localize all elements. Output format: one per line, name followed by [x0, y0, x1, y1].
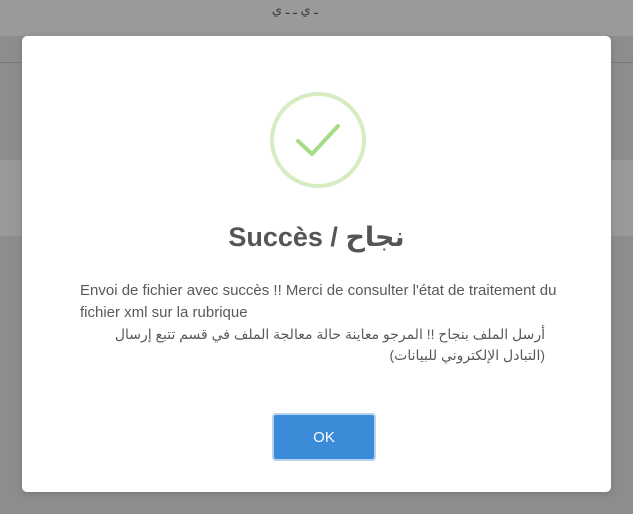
message-arabic: أرسل الملف بنجاح !! المرجو معاينة حالة م…: [114, 326, 545, 363]
checkmark-icon: [296, 124, 340, 156]
dialog-message: Envoi de fichier avec succès !! Merci de…: [80, 280, 570, 366]
background-title: ـ ي ـ ـ ي: [271, 2, 319, 17]
success-dialog: Succès / نجاح Envoi de fichier avec succ…: [22, 36, 611, 492]
background-header: ـ ي ـ ـ ي: [0, 0, 633, 36]
success-icon-ring: [270, 92, 366, 188]
background-panel: [611, 160, 633, 236]
background-divider: [0, 62, 22, 63]
background-panel: [0, 160, 22, 236]
ok-button[interactable]: OK: [272, 413, 376, 461]
background-divider: [611, 62, 633, 63]
message-french: Envoi de fichier avec succès !! Merci de…: [80, 282, 557, 321]
dialog-title: Succès / نجاح: [228, 222, 405, 252]
